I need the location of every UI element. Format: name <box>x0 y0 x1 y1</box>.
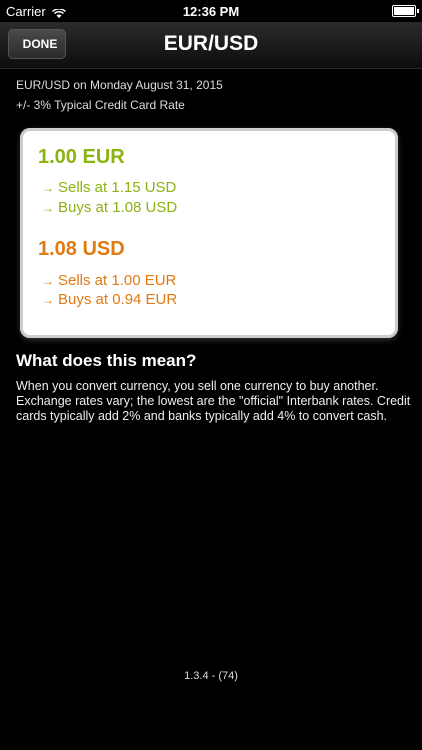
explain-heading: What does this mean? <box>16 351 197 370</box>
usd-sells-text: Sells at 1.00 EUR <box>58 272 177 289</box>
battery-icon <box>392 5 419 17</box>
navigation-bar: DONE EUR/USD <box>0 22 422 69</box>
eur-sells-line: → Sells at 1.15 USD <box>42 179 176 196</box>
eur-buys-text: Buys at 1.08 USD <box>58 199 178 216</box>
page-title: EUR/USD <box>163 32 259 55</box>
rate-info: EUR/USD on Monday August 31, 2015 +/- 3%… <box>16 78 223 118</box>
usd-sells-line: → Sells at 1.00 EUR <box>42 272 176 289</box>
rate-card: 1.00 EUR → Sells at 1.15 USD → Buys at 1… <box>20 128 398 338</box>
usd-buys-text: Buys at 0.94 EUR <box>58 291 178 308</box>
version-label: 1.3.4 - (74) <box>184 670 238 682</box>
explain-paragraph: When you convert currency, you sell one … <box>16 379 411 423</box>
rate-date-line: EUR/USD on Monday August 31, 2015 <box>16 78 223 92</box>
usd-amount: 1.08 USD <box>38 238 125 260</box>
eur-buys-line: → Buys at 1.08 USD <box>42 199 177 216</box>
status-bar: Carrier 12:36 PM <box>0 0 422 22</box>
arrow-right-icon: → <box>42 180 54 195</box>
status-time: 12:36 PM <box>182 4 240 19</box>
rate-type-line: +/- 3% Typical Credit Card Rate <box>16 98 185 112</box>
usd-buys-line: → Buys at 0.94 EUR <box>42 291 177 308</box>
arrow-right-icon: → <box>42 200 54 215</box>
arrow-right-icon: → <box>42 292 54 307</box>
eur-sells-text: Sells at 1.15 USD <box>58 179 177 196</box>
arrow-right-icon: → <box>42 273 54 288</box>
eur-amount: 1.00 EUR <box>38 146 125 168</box>
